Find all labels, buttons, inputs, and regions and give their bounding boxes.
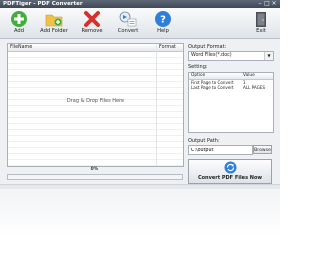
remove-x-icon xyxy=(84,11,100,27)
help-icon: ? xyxy=(155,11,171,27)
column-divider xyxy=(156,44,157,166)
file-list[interactable]: FileName Format Drag & Drop Files Here xyxy=(7,43,184,167)
chevron-down-icon[interactable]: ▼ xyxy=(264,52,273,60)
output-format-select[interactable]: Word Files(*.doc) ▼ xyxy=(188,51,274,61)
exit-button[interactable]: Exit xyxy=(245,9,277,37)
svg-text:?: ? xyxy=(160,15,166,26)
settings-row[interactable]: Last Page to Convert ALL PAGES xyxy=(189,85,273,90)
convert-toolbar-button[interactable]: Convert xyxy=(112,9,144,37)
help-label: Help xyxy=(157,28,169,34)
progress-bar xyxy=(7,174,183,180)
output-path-field[interactable] xyxy=(188,145,253,155)
window-title: PDFTiger - PDF Converter xyxy=(3,1,83,7)
add-folder-label: Add Folder xyxy=(40,28,68,34)
settings-column-value: Value xyxy=(243,73,255,78)
add-button[interactable]: Add xyxy=(3,9,35,37)
setting-value[interactable]: ALL PAGES xyxy=(243,85,265,90)
folder-icon xyxy=(45,14,63,27)
toolbar: Add Add Folder Remove Convert ? Help Exi… xyxy=(0,8,280,39)
convert-refresh-icon xyxy=(224,161,236,174)
convert-toolbar-label: Convert xyxy=(117,28,139,34)
app-window: PDFTiger - PDF Converter – □ × Add Add F… xyxy=(0,0,280,189)
setting-label: Setting: xyxy=(188,64,208,70)
output-format-value: Word Files(*.doc) xyxy=(191,53,232,58)
close-button[interactable]: × xyxy=(271,1,277,7)
plus-icon xyxy=(11,11,27,27)
output-format-label: Output Format: xyxy=(188,44,227,50)
help-button[interactable]: ? Help xyxy=(147,9,179,37)
drop-placeholder: Drag & Drop Files Here xyxy=(66,98,125,104)
browse-button[interactable]: Browse xyxy=(253,145,272,154)
column-format[interactable]: Format xyxy=(159,44,176,51)
settings-column-option: Option xyxy=(191,73,206,78)
settings-grid: Option Value First Page to Convert 1 Las… xyxy=(188,72,274,133)
settings-header: Option Value xyxy=(189,73,273,80)
remove-button[interactable]: Remove xyxy=(76,9,108,37)
remove-label: Remove xyxy=(81,28,103,34)
setting-option: Last Page to Convert xyxy=(191,85,234,90)
add-label: Add xyxy=(13,28,25,34)
convert-icon xyxy=(119,11,137,27)
title-bar: PDFTiger - PDF Converter – □ × xyxy=(0,0,280,8)
progress-area: 0% xyxy=(7,165,183,180)
window-reflection xyxy=(0,188,280,270)
progress-percent: 0% xyxy=(90,167,99,172)
convert-now-label: Convert PDF Files Now xyxy=(197,175,263,181)
add-folder-button[interactable]: Add Folder xyxy=(38,9,70,37)
minimize-button[interactable]: – xyxy=(257,1,263,7)
output-path-label: Output Path: xyxy=(188,138,220,144)
output-path-input[interactable] xyxy=(189,146,251,154)
exit-label: Exit xyxy=(256,28,266,34)
exit-door-icon xyxy=(256,12,266,27)
maximize-button[interactable]: □ xyxy=(264,1,270,7)
convert-now-button[interactable]: Convert PDF Files Now xyxy=(188,159,272,184)
column-filename[interactable]: FileName xyxy=(10,44,32,51)
